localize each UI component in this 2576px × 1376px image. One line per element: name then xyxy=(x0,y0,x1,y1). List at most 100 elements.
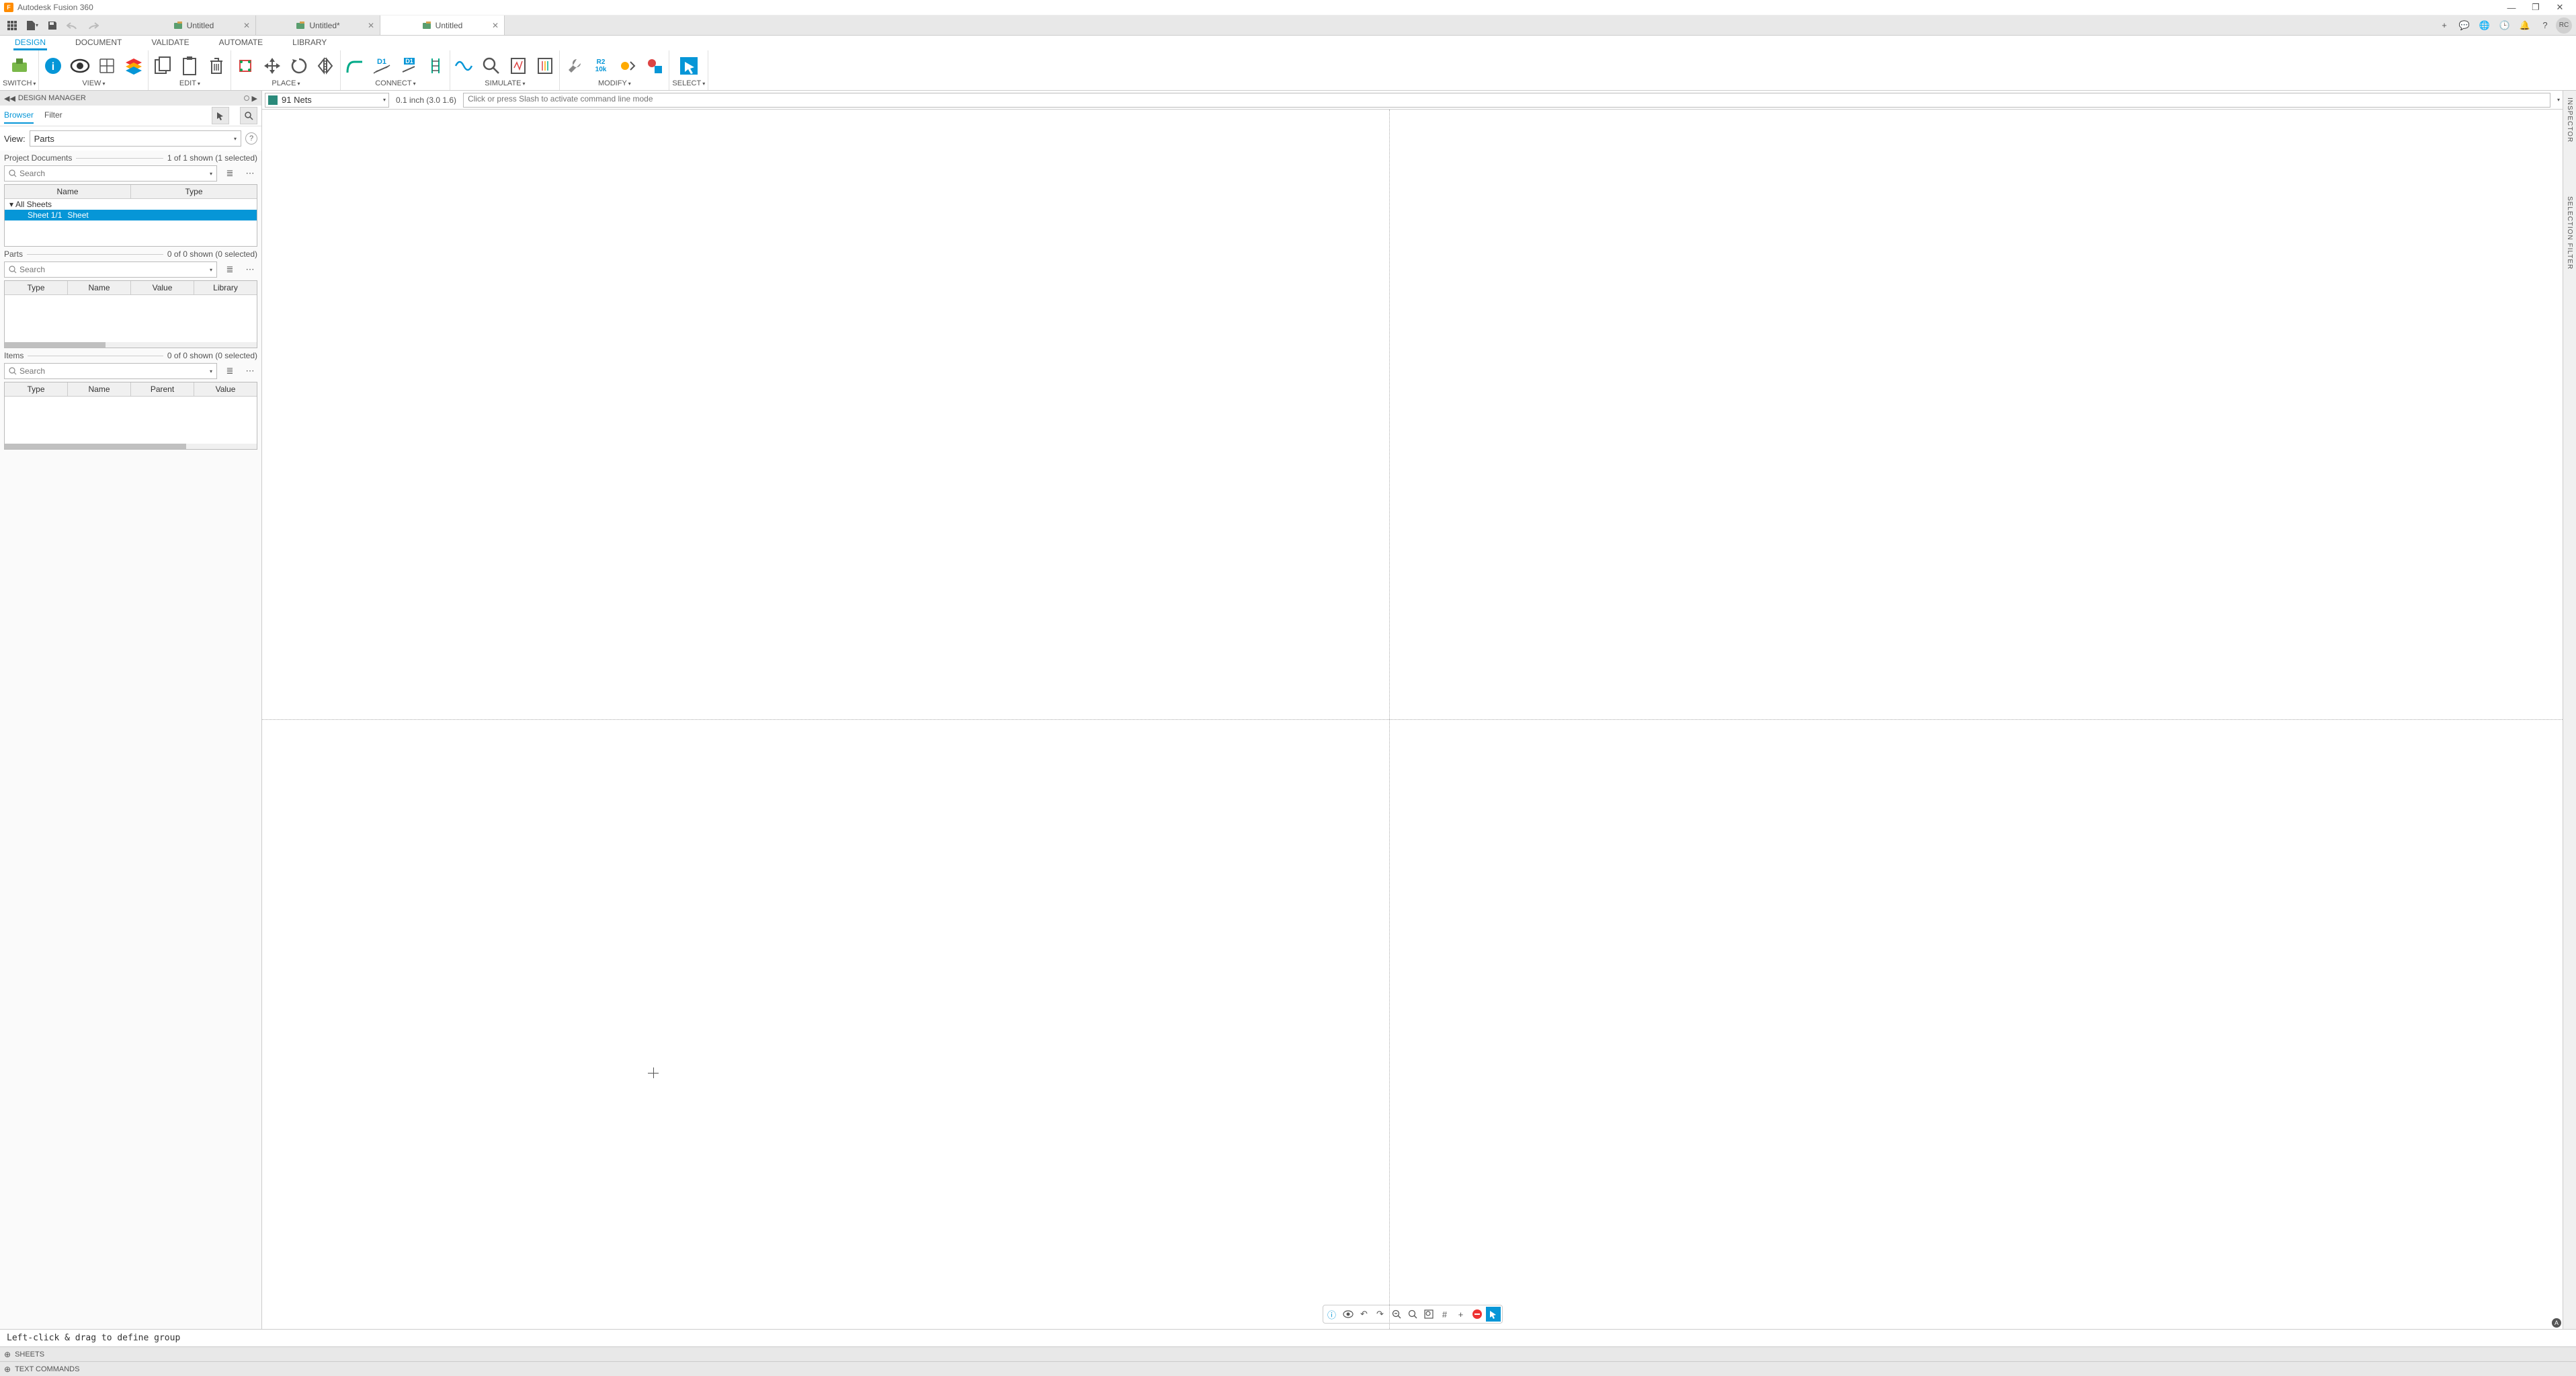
rotate-button[interactable] xyxy=(288,54,310,77)
d1-button[interactable]: D1 xyxy=(370,54,393,77)
wire-button[interactable] xyxy=(343,54,366,77)
items-search[interactable]: ▾ xyxy=(4,363,217,379)
select-button[interactable] xyxy=(677,54,700,77)
tab-browser[interactable]: Browser xyxy=(4,108,34,124)
col-name[interactable]: Name xyxy=(5,185,131,198)
drawing-canvas[interactable]: ⓘ ↶ ↷ # + A xyxy=(262,110,2563,1329)
docs-search-input[interactable] xyxy=(19,169,207,178)
h-scrollbar[interactable] xyxy=(5,342,257,348)
col-parent[interactable]: Parent xyxy=(131,382,194,396)
col-library[interactable]: Library xyxy=(194,281,257,294)
doc-tab-2[interactable]: Untitled✕ xyxy=(380,15,505,35)
sim1-button[interactable] xyxy=(507,54,530,77)
wrench-button[interactable] xyxy=(563,54,585,77)
bottom-panel-sheets[interactable]: ⊕ SHEETS xyxy=(0,1346,2576,1361)
bus-button[interactable] xyxy=(424,54,447,77)
grid-toggle-button[interactable]: # xyxy=(1438,1307,1452,1322)
help-button[interactable]: ? xyxy=(2536,17,2554,34)
ribbon-tab-automate[interactable]: AUTOMATE xyxy=(218,36,265,50)
doc-tab-1[interactable]: Untitled*✕ xyxy=(256,15,380,35)
ribbon-group-label[interactable]: SWITCH ▾ xyxy=(3,79,36,89)
trash-button[interactable] xyxy=(205,54,228,77)
globe-button[interactable]: 🌐 xyxy=(2475,17,2494,34)
parts-search-input[interactable] xyxy=(19,265,207,274)
insert-button[interactable] xyxy=(234,54,257,77)
swap2-button[interactable] xyxy=(643,54,666,77)
undo-button[interactable] xyxy=(63,17,82,34)
ribbon-group-label[interactable]: CONNECT ▾ xyxy=(375,79,415,89)
add-point-button[interactable]: + xyxy=(1454,1307,1468,1322)
list-options-button[interactable]: ≣ xyxy=(222,262,237,277)
ribbon-group-label[interactable]: SELECT ▾ xyxy=(672,79,705,89)
docs-search[interactable]: ▾ xyxy=(4,165,217,181)
panel-dot-button[interactable] xyxy=(244,95,249,101)
more-button[interactable]: ⋯ xyxy=(243,262,257,277)
selection-filter-tab[interactable]: SELECTION FILTER xyxy=(2566,196,2573,270)
col-type[interactable]: Type xyxy=(131,185,257,198)
items-search-input[interactable] xyxy=(19,366,207,376)
tree-row-all-sheets[interactable]: ▾ All Sheets xyxy=(5,199,257,210)
switch-button[interactable] xyxy=(8,54,31,77)
nets-selector[interactable]: 91 Nets ▾ xyxy=(265,93,389,108)
copy-button[interactable] xyxy=(151,54,174,77)
zoom-fit-button[interactable] xyxy=(1405,1307,1420,1322)
info-button[interactable]: i xyxy=(42,54,65,77)
ribbon-group-label[interactable]: EDIT ▾ xyxy=(179,79,200,89)
probe-button[interactable] xyxy=(480,54,503,77)
notifications-button[interactable]: 🔔 xyxy=(2516,17,2534,34)
maximize-button[interactable]: ❐ xyxy=(2524,0,2548,15)
tab-filter[interactable]: Filter xyxy=(44,108,63,124)
ribbon-tab-library[interactable]: LIBRARY xyxy=(291,36,328,50)
swap1-button[interactable] xyxy=(616,54,639,77)
undo-canvas-button[interactable]: ↶ xyxy=(1357,1307,1372,1322)
grid-menu-button[interactable] xyxy=(3,17,22,34)
command-line[interactable] xyxy=(463,93,2550,108)
command-input[interactable] xyxy=(468,94,2546,104)
inspector-tab[interactable]: INSPECTOR xyxy=(2566,97,2573,143)
select-mode-button[interactable] xyxy=(1486,1307,1501,1322)
d1b-button[interactable]: D1 xyxy=(397,54,420,77)
tab-close-button[interactable]: ✕ xyxy=(243,21,250,30)
comments-button[interactable]: 💬 xyxy=(2455,17,2474,34)
eye-button[interactable] xyxy=(69,54,91,77)
h-scrollbar[interactable] xyxy=(5,444,257,449)
more-button[interactable]: ⋯ xyxy=(243,166,257,181)
ribbon-tab-design[interactable]: DESIGN xyxy=(13,36,47,50)
tab-close-button[interactable]: ✕ xyxy=(368,21,374,30)
zoom-window-button[interactable] xyxy=(1421,1307,1436,1322)
ribbon-group-label[interactable]: VIEW ▾ xyxy=(82,79,105,89)
redo-canvas-button[interactable]: ↷ xyxy=(1373,1307,1388,1322)
save-button[interactable] xyxy=(43,17,62,34)
list-options-button[interactable]: ≣ xyxy=(222,166,237,181)
sim2-button[interactable] xyxy=(534,54,556,77)
tree-row-sheet[interactable]: Sheet 1/1 Sheet xyxy=(5,210,257,220)
paste-button[interactable] xyxy=(178,54,201,77)
wave-button[interactable] xyxy=(453,54,476,77)
bottom-panel-text-commands[interactable]: ⊕ TEXT COMMANDS xyxy=(0,1361,2576,1376)
grid-button[interactable] xyxy=(95,54,118,77)
r210k-button[interactable]: R210k xyxy=(589,54,612,77)
panel-tool-zoom[interactable] xyxy=(240,107,257,124)
user-avatar[interactable]: RC xyxy=(2556,17,2572,34)
tab-close-button[interactable]: ✕ xyxy=(492,21,499,30)
info-button[interactable]: ⓘ xyxy=(1325,1307,1339,1322)
parts-search[interactable]: ▾ xyxy=(4,261,217,278)
col-value[interactable]: Value xyxy=(131,281,194,294)
panel-expand-button[interactable]: ▶ xyxy=(252,94,257,103)
col-type[interactable]: Type xyxy=(5,281,68,294)
ribbon-tab-validate[interactable]: VALIDATE xyxy=(150,36,190,50)
new-tab-button[interactable]: + xyxy=(2435,17,2454,34)
collapse-panel-button[interactable]: ◀◀ xyxy=(4,94,15,103)
col-value[interactable]: Value xyxy=(194,382,257,396)
zoom-out-button[interactable] xyxy=(1389,1307,1404,1322)
chevron-down-icon[interactable]: ▾ xyxy=(2557,97,2560,103)
file-button[interactable]: ▾ xyxy=(23,17,42,34)
mirror-button[interactable] xyxy=(315,54,337,77)
panel-tool-cursor[interactable] xyxy=(212,107,229,124)
layers-button[interactable] xyxy=(122,54,145,77)
list-options-button[interactable]: ≣ xyxy=(222,364,237,378)
view-selector[interactable]: Parts ▾ xyxy=(30,130,241,147)
ribbon-group-label[interactable]: PLACE ▾ xyxy=(272,79,300,89)
stop-button[interactable] xyxy=(1470,1307,1485,1322)
col-name[interactable]: Name xyxy=(68,382,131,396)
